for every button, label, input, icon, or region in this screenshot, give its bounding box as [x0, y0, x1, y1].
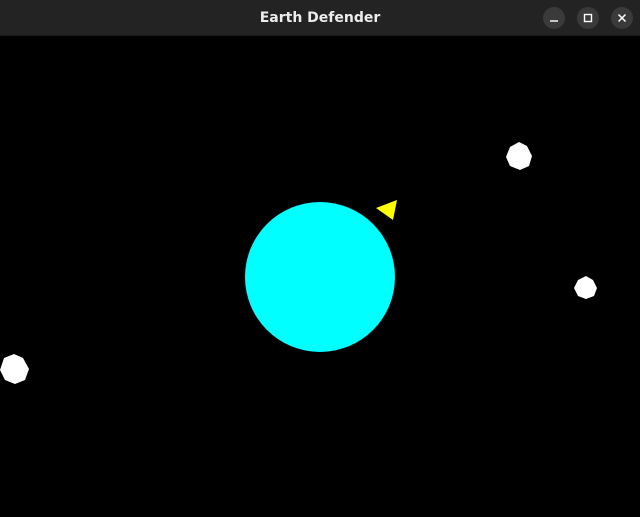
- maximize-button[interactable]: [577, 7, 599, 29]
- title-bar[interactable]: Earth Defender: [0, 0, 640, 36]
- game-scene: [0, 36, 640, 517]
- minimize-icon: [550, 20, 558, 22]
- close-button[interactable]: [611, 7, 633, 29]
- close-icon: [617, 13, 627, 23]
- earth-planet: [245, 202, 395, 352]
- game-canvas[interactable]: [0, 36, 640, 517]
- minimize-button[interactable]: [543, 7, 565, 29]
- maximize-icon: [583, 13, 593, 23]
- app-window: Earth Defender: [0, 0, 640, 517]
